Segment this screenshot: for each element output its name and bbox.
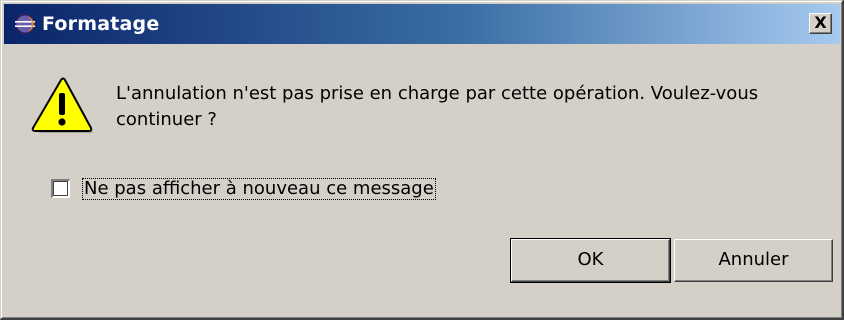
dialog-message: L'annulation n'est pas prise en charge p… [116,83,759,130]
cancel-button[interactable]: Annuler [674,239,833,282]
window-title: Formatage [42,13,160,35]
title-bar[interactable]: Formatage X [4,4,840,44]
dialog-window: Formatage X L'annulation n'est pas prise… [0,0,844,320]
close-icon: X [814,13,827,32]
dont-show-again-label[interactable]: Ne pas afficher à nouveau ce message [82,178,436,200]
ok-button[interactable]: OK [510,238,671,283]
eclipse-app-icon [15,14,35,34]
close-button[interactable]: X [809,13,832,34]
dont-show-again-checkbox[interactable] [51,179,70,198]
warning-icon [31,77,93,133]
